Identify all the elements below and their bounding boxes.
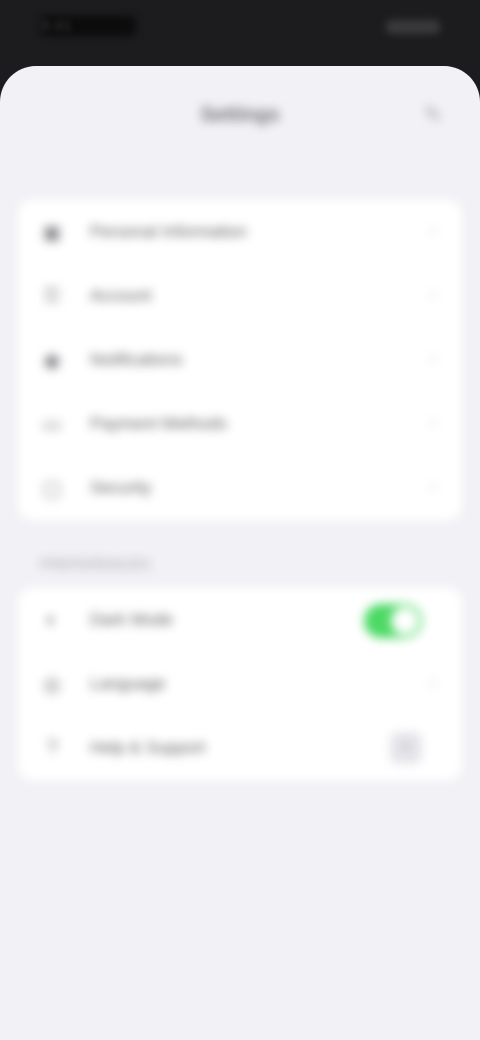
- nav-bar: Settings ✎: [0, 66, 480, 166]
- page-title: Settings: [200, 104, 280, 126]
- key-icon: ⚿: [44, 284, 60, 307]
- globe-icon: ◎: [43, 673, 61, 696]
- status-time: 9:41: [40, 18, 73, 35]
- chevron-right-icon: ›: [430, 348, 436, 368]
- row-label: Language: [90, 674, 166, 693]
- settings-group-main: ▣ Personal Information › ⚿ Account › ◉ N…: [18, 200, 462, 520]
- row-label: Help & Support: [90, 738, 206, 757]
- plus-icon[interactable]: +: [390, 732, 422, 764]
- row-payment-methods[interactable]: ▭ Payment Methods ›: [18, 392, 462, 456]
- section-header: PREFERENCES: [40, 556, 151, 572]
- dark-mode-toggle[interactable]: [364, 604, 422, 638]
- row-label: Notifications: [90, 350, 183, 369]
- settings-sheet: Settings ✎ ▣ Personal Information › ⚿ Ac…: [0, 66, 480, 1040]
- chevron-right-icon: ›: [430, 672, 436, 692]
- moon-icon: ◐: [45, 608, 59, 631]
- settings-group-preferences: ◐ Dark Mode ◎ Language › ? Help & Suppor…: [18, 588, 462, 780]
- status-icons: [386, 20, 440, 34]
- row-label: Dark Mode: [90, 610, 174, 629]
- chevron-right-icon: ›: [430, 220, 436, 240]
- row-notifications[interactable]: ◉ Notifications ›: [18, 328, 462, 392]
- lock-icon: ▢: [42, 477, 62, 500]
- toggle-knob: [391, 607, 419, 635]
- chevron-right-icon: ›: [430, 476, 436, 496]
- bell-icon: ◉: [43, 349, 61, 372]
- row-label: Personal Information: [90, 222, 247, 241]
- edit-icon[interactable]: ✎: [416, 102, 450, 130]
- row-language[interactable]: ◎ Language ›: [18, 652, 462, 716]
- chevron-right-icon: ›: [430, 284, 436, 304]
- row-security[interactable]: ▢ Security ›: [18, 456, 462, 520]
- blurred-content: Settings ✎ ▣ Personal Information › ⚿ Ac…: [0, 66, 480, 780]
- chevron-right-icon: ›: [430, 412, 436, 432]
- row-label: Account: [90, 286, 152, 305]
- row-account[interactable]: ⚿ Account ›: [18, 264, 462, 328]
- row-label: Security: [90, 478, 152, 497]
- row-label: Payment Methods: [90, 414, 228, 433]
- status-bar: 9:41: [0, 0, 480, 60]
- row-help-support[interactable]: ? Help & Support +: [18, 716, 462, 780]
- person-card-icon: ▣: [42, 221, 62, 244]
- help-icon: ?: [46, 736, 58, 759]
- card-icon: ▭: [42, 413, 62, 436]
- row-dark-mode: ◐ Dark Mode: [18, 588, 462, 652]
- row-personal-information[interactable]: ▣ Personal Information ›: [18, 200, 462, 264]
